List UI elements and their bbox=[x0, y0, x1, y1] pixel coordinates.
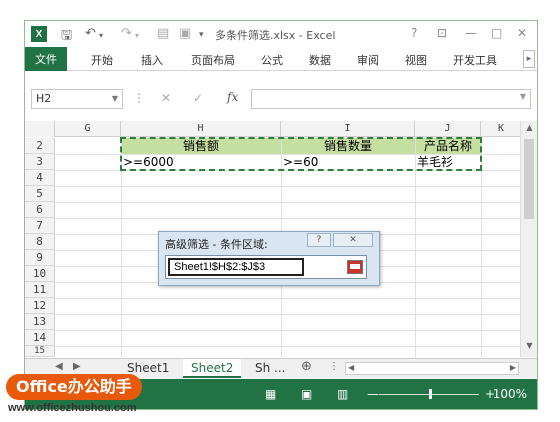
copy-selection-marquee bbox=[120, 137, 482, 171]
formula-input[interactable]: ▼ bbox=[251, 89, 531, 109]
page-layout-view-icon[interactable]: ▣ bbox=[301, 387, 312, 401]
help-button[interactable]: ? bbox=[411, 26, 417, 40]
maximize-button[interactable]: □ bbox=[491, 26, 502, 40]
row-header[interactable]: 8 bbox=[25, 234, 55, 250]
cancel-icon[interactable]: ✕ bbox=[161, 91, 171, 105]
tab-review[interactable]: 审阅 bbox=[357, 52, 379, 68]
excel-window: X 🖫 ↶ ▾ ↷ ▾ ▤ ▣ ▾ 多条件筛选.xlsx - Excel ? ⊡… bbox=[24, 20, 538, 410]
scroll-left-icon[interactable]: ◀ bbox=[348, 363, 354, 372]
sheet-tab-sheet2[interactable]: Sheet2 bbox=[183, 359, 242, 378]
dialog-title: 高级筛选 - 条件区域: bbox=[165, 238, 268, 251]
scroll-down-icon[interactable]: ▼ bbox=[521, 341, 537, 355]
horizontal-scrollbar[interactable]: ◀ ▶ bbox=[345, 362, 519, 375]
row-header[interactable]: 5 bbox=[25, 186, 55, 202]
enter-icon[interactable]: ✓ bbox=[193, 91, 203, 105]
tab-data[interactable]: 数据 bbox=[309, 52, 331, 68]
name-box-value: H2 bbox=[36, 92, 52, 105]
row-header[interactable]: 13 bbox=[25, 314, 55, 330]
dialog-help-button[interactable]: ? bbox=[307, 233, 331, 247]
tab-home[interactable]: 开始 bbox=[91, 52, 113, 68]
row-header[interactable]: 9 bbox=[25, 250, 55, 266]
insert-function-icon[interactable]: fx bbox=[227, 90, 238, 104]
close-button[interactable]: ✕ bbox=[517, 26, 527, 40]
tab-page-layout[interactable]: 页面布局 bbox=[191, 52, 235, 68]
expand-dialog-icon[interactable] bbox=[347, 260, 363, 274]
row-header[interactable]: 4 bbox=[25, 170, 55, 186]
column-header-i[interactable]: I bbox=[281, 121, 415, 137]
watermark-url: www.officezhushou.com bbox=[8, 402, 137, 414]
column-header-g[interactable]: G bbox=[55, 121, 121, 137]
sheet-prev-icon[interactable]: ◀ bbox=[55, 361, 63, 372]
ribbon-display-button[interactable]: ⊡ bbox=[437, 26, 447, 40]
tab-developer[interactable]: 开发工具 bbox=[453, 52, 497, 68]
title-bar: X 🖫 ↶ ▾ ↷ ▾ ▤ ▣ ▾ 多条件筛选.xlsx - Excel ? ⊡… bbox=[25, 21, 537, 47]
criteria-range-value[interactable]: Sheet1!$H$2:$J$3 bbox=[168, 258, 304, 276]
row-header[interactable]: 15 bbox=[25, 346, 55, 357]
tab-splitter-icon[interactable]: ⋮ bbox=[329, 361, 339, 372]
ribbon-tabs: 文件 开始 插入 页面布局 公式 数据 审阅 视图 开发工具 ▸ bbox=[25, 47, 537, 71]
name-box[interactable]: H2 ▼ bbox=[31, 89, 123, 109]
excel-logo-icon: X bbox=[31, 26, 47, 42]
column-header-k[interactable]: K bbox=[481, 121, 522, 137]
tab-formulas[interactable]: 公式 bbox=[261, 52, 283, 68]
save-icon[interactable]: 🖫 bbox=[61, 26, 72, 48]
row-header[interactable]: 6 bbox=[25, 202, 55, 218]
scroll-up-icon[interactable]: ▲ bbox=[521, 123, 537, 137]
redo-icon[interactable]: ↷ bbox=[121, 26, 132, 41]
gridline bbox=[55, 330, 522, 331]
tab-insert[interactable]: 插入 bbox=[141, 52, 163, 68]
row-header[interactable]: 3 bbox=[25, 154, 55, 170]
criteria-range-input[interactable]: Sheet1!$H$2:$J$3 bbox=[165, 255, 367, 279]
row-header[interactable]: 2 bbox=[25, 138, 55, 154]
dialog-close-button[interactable]: ✕ bbox=[333, 233, 373, 247]
gridline bbox=[55, 202, 522, 203]
row-header[interactable]: 10 bbox=[25, 266, 55, 282]
row-header[interactable]: 12 bbox=[25, 298, 55, 314]
row-header[interactable]: 11 bbox=[25, 282, 55, 298]
formula-bar: H2 ▼ ⋮ ✕ ✓ fx ▼ bbox=[25, 87, 537, 111]
scrollbar-thumb[interactable] bbox=[524, 139, 534, 219]
gridline bbox=[55, 298, 522, 299]
vertical-scrollbar[interactable]: ▲ ▼ bbox=[520, 121, 537, 357]
preview-icon[interactable]: ▣ bbox=[179, 26, 191, 41]
normal-view-icon[interactable]: ▦ bbox=[265, 387, 276, 401]
redo-dropdown-icon[interactable]: ▾ bbox=[135, 31, 139, 40]
page-break-view-icon[interactable]: ▥ bbox=[337, 387, 348, 401]
customize-toolbar-icon[interactable]: ▾ bbox=[199, 30, 204, 40]
advanced-filter-criteria-dialog: 高级筛选 - 条件区域: ? ✕ Sheet1!$H$2:$J$3 bbox=[158, 231, 380, 286]
gridline bbox=[55, 314, 522, 315]
row-header[interactable]: 7 bbox=[25, 218, 55, 234]
add-sheet-icon[interactable]: ⊕ bbox=[301, 359, 312, 374]
gridline bbox=[55, 218, 522, 219]
sheet-next-icon[interactable]: ▶ bbox=[73, 361, 81, 372]
column-headers: G H I J K bbox=[25, 121, 522, 137]
tab-file[interactable]: 文件 bbox=[25, 47, 67, 71]
column-header-h[interactable]: H bbox=[121, 121, 281, 137]
undo-dropdown-icon[interactable]: ▾ bbox=[99, 31, 103, 40]
undo-icon[interactable]: ↶ bbox=[85, 26, 96, 41]
gridline bbox=[55, 346, 522, 347]
scroll-right-icon[interactable]: ▶ bbox=[510, 363, 516, 372]
watermark-logo: Office办公助手 bbox=[6, 374, 142, 400]
expand-formula-icon[interactable]: ▼ bbox=[520, 92, 526, 101]
row-header[interactable]: 14 bbox=[25, 330, 55, 346]
gridline bbox=[55, 186, 522, 187]
column-header-j[interactable]: J bbox=[415, 121, 481, 137]
quick-print-icon[interactable]: ▤ bbox=[157, 26, 169, 41]
zoom-slider-thumb[interactable] bbox=[429, 389, 432, 399]
sheet-tab-more[interactable]: Sh ... bbox=[247, 359, 293, 378]
tab-view[interactable]: 视图 bbox=[405, 52, 427, 68]
ribbon-scroll-right-icon[interactable]: ▸ bbox=[523, 50, 535, 68]
zoom-out-button[interactable]: — bbox=[367, 387, 379, 401]
select-all-corner[interactable] bbox=[25, 121, 55, 137]
chevron-down-icon[interactable]: ▼ bbox=[112, 90, 118, 108]
zoom-level[interactable]: 100% bbox=[493, 387, 527, 401]
minimize-button[interactable]: — bbox=[465, 26, 477, 40]
window-title: 多条件筛选.xlsx - Excel bbox=[215, 29, 336, 42]
formula-bar-menu-icon: ⋮ bbox=[133, 91, 145, 105]
